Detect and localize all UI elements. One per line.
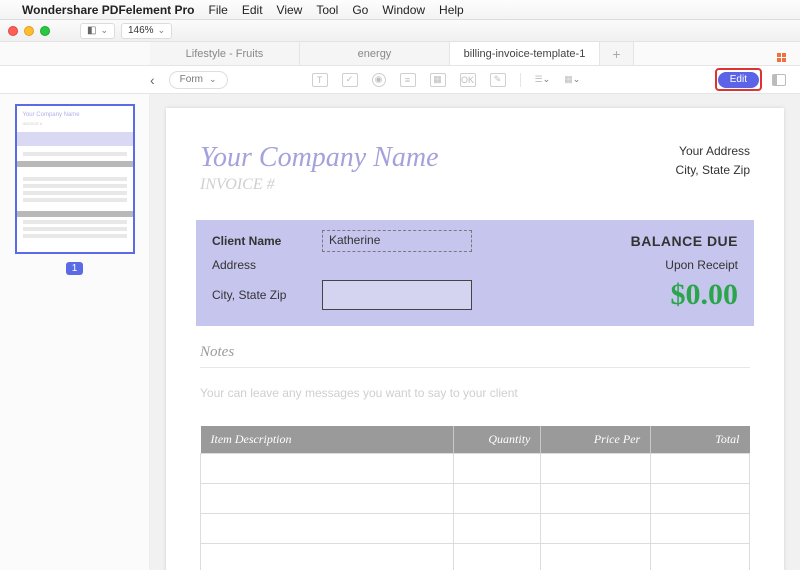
close-icon[interactable] bbox=[8, 26, 18, 36]
page-thumbnail-1[interactable]: Your Company Name INVOICE # bbox=[15, 104, 135, 254]
table-row[interactable] bbox=[201, 484, 750, 514]
chevron-down-icon: ⌄ bbox=[100, 25, 108, 36]
menu-file[interactable]: File bbox=[209, 3, 228, 17]
apps-grid-icon[interactable] bbox=[777, 46, 786, 62]
divider bbox=[200, 367, 750, 368]
balance-block: Client Name Katherine BALANCE DUE Addres… bbox=[196, 220, 754, 326]
menu-view[interactable]: View bbox=[277, 3, 303, 17]
right-panel-toggle-icon[interactable] bbox=[772, 74, 786, 86]
city-state-zip-label: City, State Zip bbox=[212, 288, 322, 302]
client-name-label: Client Name bbox=[212, 234, 322, 248]
distribute-tool-icon[interactable]: ▦⌄ bbox=[564, 73, 580, 87]
align-tool-icon[interactable]: ☰⌄ bbox=[535, 73, 551, 87]
separator bbox=[520, 73, 521, 87]
col-item-description: Item Description bbox=[201, 426, 454, 454]
page-number-badge: 1 bbox=[66, 262, 84, 275]
checkbox-tool-icon[interactable]: ✓ bbox=[342, 73, 358, 87]
mac-menubar: Wondershare PDFelement Pro File Edit Vie… bbox=[0, 0, 800, 20]
edit-button-highlight: Edit bbox=[715, 68, 762, 91]
minimize-icon[interactable] bbox=[24, 26, 34, 36]
client-name-field[interactable]: Katherine bbox=[322, 230, 472, 252]
your-address-block[interactable]: Your Address City, State Zip bbox=[676, 142, 750, 180]
balance-amount[interactable]: $0.00 bbox=[472, 278, 738, 312]
notes-heading: Notes bbox=[200, 344, 750, 361]
form-mode-pill[interactable]: Form ⌄ bbox=[169, 71, 228, 89]
address-label: Address bbox=[212, 258, 322, 272]
pdf-page: Your Company Name INVOICE # Your Address… bbox=[166, 108, 784, 570]
upon-receipt-label: Upon Receipt bbox=[472, 258, 738, 272]
tab-billing-invoice[interactable]: billing-invoice-template-1 bbox=[450, 42, 600, 65]
window-toolbar: ◧ ⌄ 146% ⌄ bbox=[0, 20, 800, 42]
document-canvas[interactable]: Your Company Name INVOICE # Your Address… bbox=[150, 94, 800, 570]
chevron-down-icon: ⌄ bbox=[158, 25, 166, 36]
table-row[interactable] bbox=[201, 514, 750, 544]
notes-placeholder[interactable]: Your can leave any messages you want to … bbox=[200, 386, 750, 400]
balance-due-label: BALANCE DUE bbox=[472, 233, 738, 249]
your-address-line2: City, State Zip bbox=[676, 161, 750, 180]
items-table: Item Description Quantity Price Per Tota… bbox=[200, 426, 750, 570]
app-name[interactable]: Wondershare PDFelement Pro bbox=[22, 3, 195, 17]
chevron-down-icon: ⌄ bbox=[209, 74, 217, 85]
signature-tool-icon[interactable]: ✎ bbox=[490, 73, 506, 87]
form-tools-group: T ✓ ◉ ≡ ▦ OK ✎ ☰⌄ ▦⌄ bbox=[312, 73, 581, 87]
sidebar-toggle-button[interactable]: ◧ ⌄ bbox=[80, 23, 115, 39]
form-label: Form bbox=[180, 74, 203, 85]
table-row[interactable] bbox=[201, 544, 750, 570]
tab-add-button[interactable]: + bbox=[600, 42, 634, 65]
menu-go[interactable]: Go bbox=[352, 3, 368, 17]
table-header-row: Item Description Quantity Price Per Tota… bbox=[201, 426, 750, 454]
col-quantity: Quantity bbox=[453, 426, 541, 454]
fullscreen-icon[interactable] bbox=[40, 26, 50, 36]
city-state-zip-field[interactable] bbox=[322, 280, 472, 310]
combo-tool-icon[interactable]: ≡ bbox=[400, 73, 416, 87]
traffic-lights bbox=[8, 26, 50, 36]
radio-tool-icon[interactable]: ◉ bbox=[372, 73, 386, 87]
invoice-label[interactable]: INVOICE # bbox=[200, 176, 439, 194]
tab-energy[interactable]: energy bbox=[300, 42, 450, 65]
your-address-line1: Your Address bbox=[676, 142, 750, 161]
col-price-per: Price Per bbox=[541, 426, 651, 454]
menu-edit[interactable]: Edit bbox=[242, 3, 263, 17]
tab-lifestyle-fruits[interactable]: Lifestyle - Fruits bbox=[150, 42, 300, 65]
edit-button[interactable]: Edit bbox=[718, 72, 759, 88]
table-row[interactable] bbox=[201, 454, 750, 484]
menu-tool[interactable]: Tool bbox=[316, 3, 338, 17]
zoom-select[interactable]: 146% ⌄ bbox=[121, 23, 172, 39]
col-total: Total bbox=[651, 426, 750, 454]
zoom-value: 146% bbox=[128, 25, 154, 36]
list-tool-icon[interactable]: ▦ bbox=[430, 73, 446, 87]
thumbnails-sidebar: Your Company Name INVOICE # 1 bbox=[0, 94, 150, 570]
button-tool-icon[interactable]: OK bbox=[460, 73, 476, 87]
menu-help[interactable]: Help bbox=[439, 3, 464, 17]
secondary-toolbar: ‹ Form ⌄ T ✓ ◉ ≡ ▦ OK ✎ ☰⌄ ▦⌄ Edit bbox=[0, 66, 800, 94]
company-name[interactable]: Your Company Name bbox=[200, 142, 439, 174]
main-area: Your Company Name INVOICE # 1 Your Compa… bbox=[0, 94, 800, 570]
menu-window[interactable]: Window bbox=[382, 3, 425, 17]
textfield-tool-icon[interactable]: T bbox=[312, 73, 328, 87]
back-button[interactable]: ‹ bbox=[150, 72, 155, 88]
document-tabs: Lifestyle - Fruits energy billing-invoic… bbox=[0, 42, 800, 66]
